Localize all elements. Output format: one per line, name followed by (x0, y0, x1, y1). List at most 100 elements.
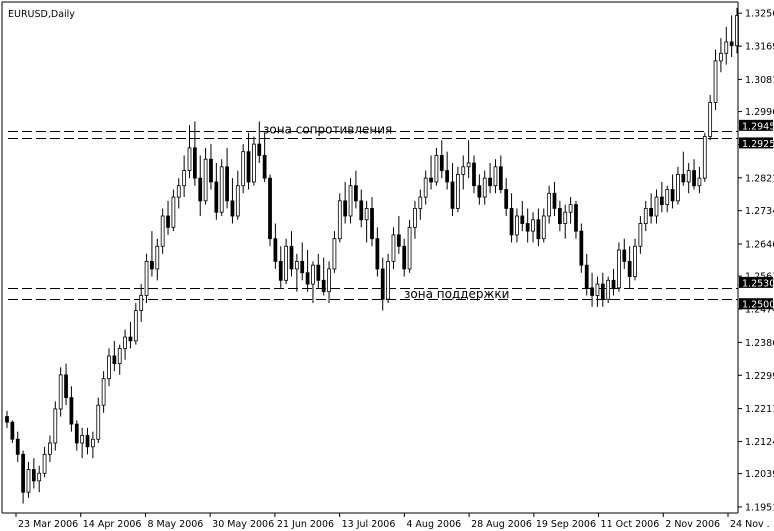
y-tick-label: 1.1951 (745, 502, 774, 513)
zone-annotation: зона сопротивления (263, 123, 392, 137)
candle-body-bear (359, 200, 364, 221)
candle-body-bull (407, 226, 412, 270)
candle-body-bull (461, 166, 466, 175)
candle-body-bear (402, 245, 407, 270)
candle-body-bull (42, 453, 47, 474)
candle-body-bull (348, 185, 353, 217)
candle-body-bull (713, 60, 718, 103)
candle-body-bear (354, 185, 358, 202)
y-tick-label: 1.3169 (745, 42, 774, 53)
candle-body-bull (391, 234, 396, 262)
candle-body-bull (117, 348, 122, 364)
candle-body-bull (155, 245, 160, 270)
candle-body-bear (225, 166, 229, 202)
candle-body-bear (305, 272, 310, 285)
candle-body-bull (96, 404, 101, 440)
candle-body-bear (343, 200, 348, 217)
x-tick-label: 14 Apr 2006 (83, 519, 142, 530)
candle-body-bear (192, 147, 197, 179)
candle-body-bear (321, 279, 326, 293)
candle-body-bull (413, 208, 417, 228)
zone-annotation: зона поддержки (404, 287, 509, 301)
level-price-label: 1.2500 (742, 300, 774, 311)
x-tick-label: 24 Nov . (730, 519, 770, 530)
candle-body-bull (294, 260, 299, 270)
candle-body-bull (434, 155, 439, 183)
candle-body-bear (600, 283, 605, 300)
candle-body-bear (445, 170, 450, 183)
candle-body-bear (85, 435, 90, 448)
candle-body-bull (284, 245, 288, 281)
candle-body-bear (74, 423, 79, 444)
candle-body-bull (235, 185, 240, 217)
candle-body-bull (160, 215, 165, 247)
y-tick-label: 1.2996 (745, 107, 774, 118)
candle-body-bear (230, 200, 235, 217)
candle-body-bull (219, 166, 224, 213)
candle-body-bull (531, 219, 535, 232)
candle-body-bull (563, 211, 568, 224)
candle-body-bear (64, 374, 68, 399)
candle-body-bear (579, 230, 584, 266)
candle-body-bear (477, 185, 482, 198)
candle-body-bull (708, 102, 713, 137)
candle-body-bull (418, 196, 423, 209)
candle-body-bull (654, 196, 659, 217)
candle-body-bull (58, 374, 63, 410)
candle-body-bull (91, 438, 95, 448)
candle-body-bull (203, 158, 208, 202)
candle-body-bull (547, 192, 552, 217)
candle-body-bear (112, 355, 117, 364)
candle-body-bull (633, 245, 637, 277)
candle-body-bear (380, 268, 385, 300)
x-tick-label: 19 Sep 2006 (536, 519, 596, 530)
x-tick-label: 21 Jun 2006 (277, 519, 334, 530)
candle-body-bull (423, 177, 428, 198)
y-tick-label: 1.2299 (745, 371, 774, 382)
candle-body-bear (557, 208, 562, 224)
candle-body-bull (176, 185, 181, 198)
candle-body-bear (450, 181, 455, 209)
level-price-label: 1.2530 (742, 278, 774, 289)
candle-body-bear (670, 189, 675, 202)
candle-body-bear (10, 421, 15, 440)
y-tick-label: 1.2386 (745, 338, 774, 349)
y-tick-label: 1.2734 (745, 206, 774, 217)
candle-body-bull (171, 196, 176, 228)
chart-title: EURUSD,Daily (8, 9, 75, 20)
candle-body-bear (396, 234, 401, 247)
candle-body-bull (53, 408, 58, 444)
candle-body-bear (590, 287, 594, 296)
y-tick-label: 1.2039 (745, 469, 774, 480)
x-tick-label: 23 Mar 2006 (18, 519, 78, 530)
candle-body-bull (493, 166, 498, 187)
candle-body-bull (482, 177, 487, 198)
candle-body-bear (166, 215, 170, 228)
candle-body-bull (702, 136, 707, 179)
x-tick-label: 2 Nov 2006 (665, 519, 720, 530)
candle-body-bear (268, 177, 272, 240)
y-tick-label: 1.2124 (745, 437, 774, 448)
level-price-label: 1.2945 (742, 121, 774, 132)
candle-body-bull (80, 435, 85, 444)
candle-body-bull (241, 151, 246, 187)
candle-body-bear (622, 249, 627, 262)
candle-body-bear (375, 238, 380, 270)
candle-body-bear (627, 260, 632, 277)
candle-body-bear (5, 416, 9, 423)
candle-body-bull (541, 215, 546, 240)
candle-body-bull (724, 41, 729, 54)
candle-body-bear (198, 177, 203, 202)
candle-body-bull (327, 268, 331, 293)
candle-body-bear (584, 264, 589, 289)
candle-body-bear (246, 151, 251, 183)
candle-body-bear (128, 336, 133, 342)
candle-body-bear (15, 438, 20, 455)
candle-body-bear (574, 204, 578, 232)
candle-body-bull (665, 189, 670, 206)
x-tick-label: 11 Oct 2006 (601, 519, 660, 530)
candle-body-bull (144, 260, 149, 296)
candle-body-bull (643, 208, 648, 224)
candle-body-bear (370, 208, 374, 240)
candle-body-bull (386, 260, 390, 300)
